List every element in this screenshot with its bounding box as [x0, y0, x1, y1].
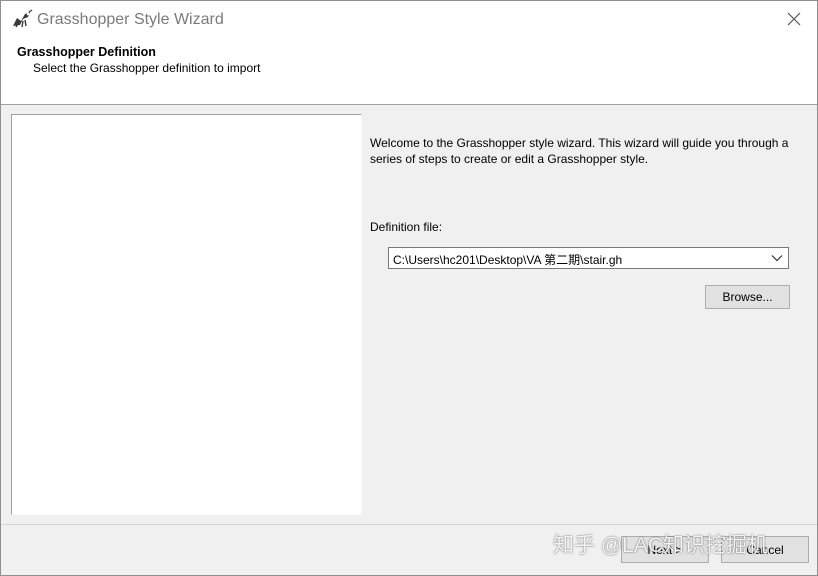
close-button[interactable] — [771, 1, 817, 39]
definition-file-combobox[interactable]: C:\Users\hc201\Desktop\VA 第二期\stair.gh — [388, 247, 789, 269]
preview-pane — [11, 114, 362, 515]
wizard-header: Grasshopper Definition Select the Grassh… — [1, 39, 817, 105]
definition-file-label: Definition file: — [370, 220, 443, 234]
wizard-window: Grasshopper Style Wizard Grasshopper Def… — [0, 0, 818, 576]
close-icon — [787, 12, 801, 29]
definition-file-value: C:\Users\hc201\Desktop\VA 第二期\stair.gh — [393, 253, 623, 267]
cancel-button[interactable]: Cancel — [721, 536, 809, 563]
chevron-down-icon[interactable] — [768, 249, 786, 267]
welcome-text: Welcome to the Grasshopper style wizard.… — [370, 136, 789, 166]
grasshopper-app-icon — [11, 9, 33, 29]
window-title: Grasshopper Style Wizard — [37, 11, 224, 28]
page-subtitle: Select the Grasshopper definition to imp… — [33, 61, 261, 75]
page-title: Grasshopper Definition — [17, 45, 156, 59]
next-button[interactable]: Next > — [621, 536, 709, 563]
title-bar[interactable]: Grasshopper Style Wizard — [1, 1, 817, 39]
browse-button[interactable]: Browse... — [705, 285, 790, 309]
footer-divider — [1, 524, 817, 525]
